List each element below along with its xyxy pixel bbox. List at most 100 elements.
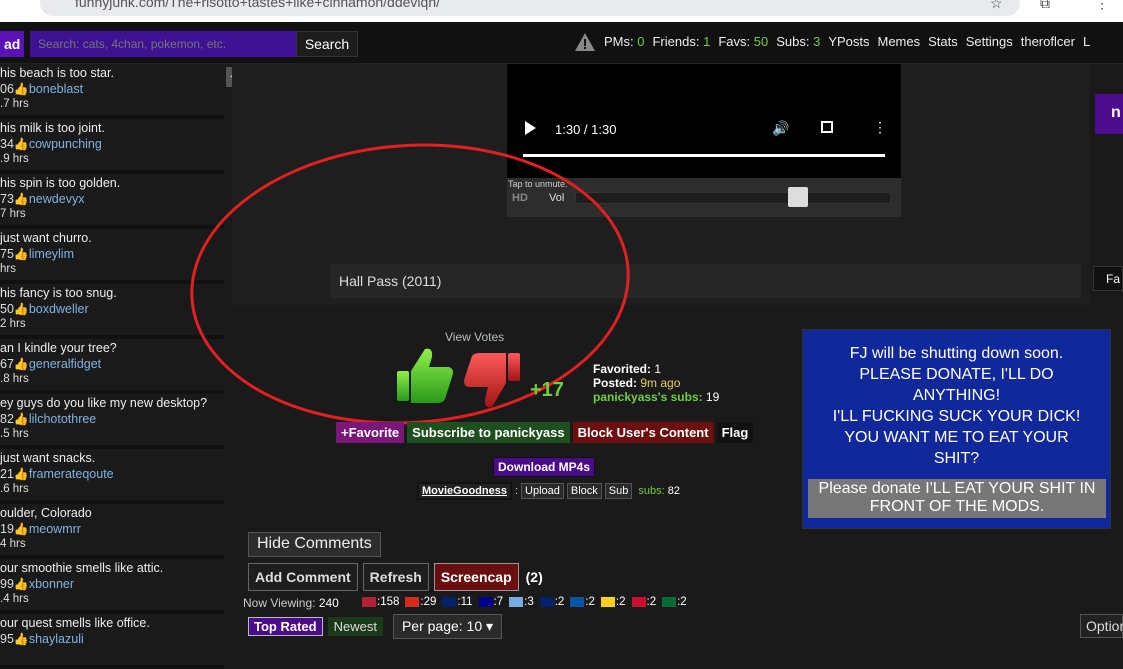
channel-subs: subs: 82 [638, 485, 680, 497]
address-text[interactable]: funnyjunk.com/The+risotto+tastes+like+ci… [75, 0, 440, 10]
sidebar-item-score: 67 [0, 357, 14, 371]
search-button[interactable]: Search [296, 31, 358, 57]
thumbs-up-icon[interactable] [395, 345, 455, 405]
sidebar-item-score: 19 [0, 522, 14, 536]
thumb-up-icon: 👍 [13, 522, 29, 536]
sidebar-item-score: 99 [0, 577, 14, 591]
play-icon[interactable] [525, 121, 536, 135]
refresh-button[interactable]: Refresh [362, 563, 429, 591]
volume-icon[interactable]: 🔊 [772, 120, 789, 137]
warning-icon[interactable] [574, 32, 596, 52]
sidebar-item-title[interactable]: his beach is too star. [0, 66, 224, 82]
favorite-button[interactable]: +Favorite [336, 422, 405, 443]
flag-button[interactable]: Flag [716, 422, 754, 443]
screencap-button[interactable]: Screencap [433, 563, 519, 591]
thumbs-down-icon[interactable] [460, 351, 522, 411]
volume-slider-track[interactable] [575, 192, 891, 204]
add-comment-button[interactable]: Add Comment [248, 563, 358, 591]
pms-link[interactable]: PMs: 0 [604, 34, 644, 54]
donate-button[interactable]: Please donate I'LL EAT YOUR SHIT IN FRON… [808, 479, 1106, 518]
thumb-up-icon: 👍 [13, 192, 29, 206]
bookmark-star-icon[interactable]: ☆ [990, 0, 1003, 12]
sidebar-item-user[interactable]: boneblast [29, 82, 83, 96]
sidebar-item[interactable]: our quest smells like office. 95👍shaylazu… [0, 614, 224, 669]
hd-toggle[interactable]: HD [512, 192, 528, 204]
sidebar-item-title[interactable]: ey guys do you like my new desktop? [0, 396, 224, 412]
sidebar-item-user[interactable]: generalfidget [29, 357, 101, 371]
country-flag: :2 [631, 596, 656, 608]
newest-tab[interactable]: Newest [327, 617, 383, 636]
subscribe-button[interactable]: Subscribe to panickyass [407, 422, 570, 443]
memes-link[interactable]: Memes [878, 34, 921, 54]
load-button[interactable]: ad [0, 31, 25, 57]
sidebar-item-title[interactable]: our smoothie smells like attic. [0, 561, 224, 577]
more-options-icon[interactable]: ⋮ [873, 119, 887, 136]
sidebar-item-title[interactable]: oulder, Colorado [0, 506, 224, 522]
sidebar-item-user[interactable]: newdevyx [29, 192, 85, 206]
ad-line: YOU WANT ME TO EAT YOUR [844, 429, 1069, 446]
sidebar-item[interactable]: an I kindle your tree? 67👍generalfidget .8… [0, 339, 224, 394]
sidebar-item-user[interactable]: lilchotothree [29, 412, 96, 426]
settings-link[interactable]: Settings [966, 34, 1013, 54]
view-votes-link[interactable]: View Votes [445, 330, 504, 344]
tap-to-unmute[interactable]: Tap to unmute. [508, 179, 568, 189]
channel-block-button[interactable]: Block [566, 483, 602, 499]
search-input[interactable] [30, 31, 296, 57]
sidebar-item[interactable]: our smoothie smells like attic. 99👍xbonne… [0, 559, 224, 614]
video-player[interactable]: 1:30 / 1:30 🔊 ⋮ [507, 64, 901, 178]
sidebar-item[interactable]: ey guys do you like my new desktop? 82👍li… [0, 394, 224, 449]
sidebar-item-user[interactable]: shaylazuli [29, 632, 84, 646]
sidebar-item[interactable]: his beach is too star. 06👍boneblast .7 hrs [0, 64, 224, 119]
sidebar-item-title[interactable]: just want snacks. [0, 451, 224, 467]
country-flag: :2 [662, 596, 687, 608]
sidebar-item-title[interactable]: an I kindle your tree? [0, 341, 224, 357]
sidebar-item[interactable]: his spin is too golden. 73👍newdevyx 7 hrs [0, 174, 224, 229]
stats-link[interactable]: Stats [928, 34, 958, 54]
sidebar-item-title[interactable]: our quest smells like office. [0, 616, 224, 632]
top-rated-tab[interactable]: Top Rated [248, 617, 323, 636]
friends-link[interactable]: Friends: 1 [652, 34, 710, 54]
sidebar-item-user[interactable]: boxdweller [29, 302, 89, 316]
ad-line: FJ will be shutting down soon. [849, 345, 1064, 362]
fullscreen-icon[interactable] [821, 121, 833, 133]
yposts-link[interactable]: YPosts [828, 34, 869, 54]
sidebar-item-title[interactable]: his spin is too golden. [0, 176, 224, 192]
sidebar-item-title[interactable]: his milk is too joint. [0, 121, 224, 137]
sidebar-item-user[interactable]: framerateqoute [29, 467, 114, 481]
sidebar-item[interactable]: just want churro. 75👍limeylim hrs [0, 229, 224, 284]
channel-sub-button[interactable]: Sub [604, 483, 633, 499]
post-caption: Hall Pass (2011) [330, 264, 1081, 298]
channel-name-link[interactable]: MovieGoodness [417, 482, 512, 500]
extensions-icon[interactable]: ⧉ [1040, 0, 1050, 12]
browser-menu-icon[interactable]: ⋮ [1095, 0, 1109, 12]
sidebar-item[interactable]: just want snacks. 21👍framerateqoute .6 hrs [0, 449, 224, 504]
sidebar-item-user[interactable]: cowpunching [29, 137, 102, 151]
sidebar-item-user[interactable]: meowmrr [29, 522, 81, 536]
channel-upload-button[interactable]: Upload [521, 483, 564, 499]
subs-link[interactable]: Subs: 3 [776, 34, 820, 54]
volume-slider-knob[interactable] [788, 187, 808, 207]
channel-sep: : [514, 485, 519, 497]
sidebar-item-title[interactable]: his fancy is too snug. [0, 286, 224, 302]
favs-link[interactable]: Favs: 50 [718, 34, 768, 54]
donation-ad[interactable]: FJ will be shutting down soon. PLEASE DON… [802, 329, 1111, 529]
per-page-select[interactable]: Per page: 10 ▾ [392, 614, 503, 639]
sidebar-item-score: 06 [0, 82, 14, 96]
post-meta: Favorited: 1 Posted: 9m ago panickyass's… [593, 362, 720, 404]
video-progress-bar[interactable] [523, 154, 885, 157]
sidebar-item[interactable]: his milk is too joint. 34👍cowpunching .9 h… [0, 119, 224, 174]
flag-icon [631, 596, 646, 607]
sidebar-item-user[interactable]: xbonner [29, 577, 74, 591]
options-button[interactable]: Option [1080, 614, 1123, 638]
download-mp4-button[interactable]: Download MP4s [493, 457, 596, 477]
sidebar-item[interactable]: oulder, Colorado 19👍meowmrr 4 hrs [0, 504, 224, 559]
hide-comments-button[interactable]: Hide Comments [248, 532, 381, 557]
sidebar-item[interactable]: his fancy is too snug. 50👍boxdweller 2 hrs [0, 284, 224, 339]
trailing-link[interactable]: L [1083, 34, 1090, 54]
sidebar-item-title[interactable]: just want churro. [0, 231, 224, 247]
right-panel-fav[interactable]: Fa [1093, 266, 1123, 291]
block-user-button[interactable]: Block User's Content [572, 422, 714, 443]
right-panel-button[interactable]: n [1095, 94, 1123, 134]
username-link[interactable]: theroflcer [1021, 34, 1075, 54]
sidebar-item-user[interactable]: limeylim [29, 247, 74, 261]
